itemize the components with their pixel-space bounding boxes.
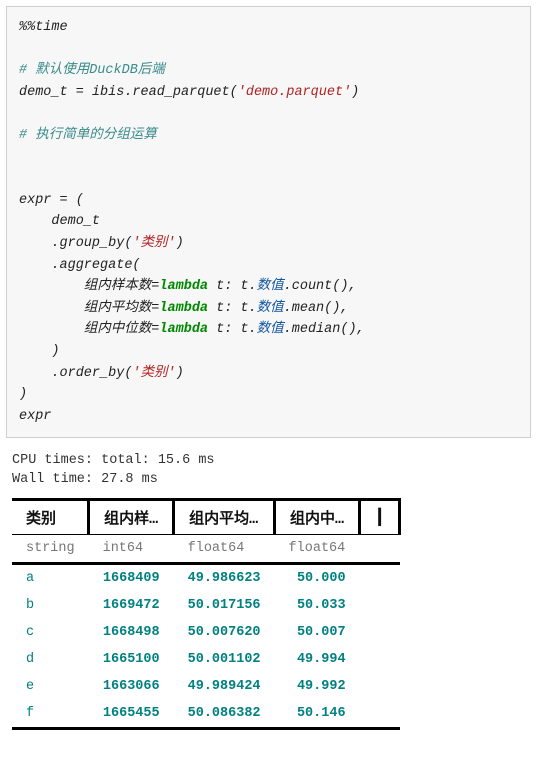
table-row: b166947250.01715650.033 — [12, 592, 400, 619]
attr-3: 数值 — [257, 322, 284, 337]
lambda-1: lambda — [159, 279, 208, 294]
expr-close: ) — [19, 387, 27, 402]
cell-n: 1669472 — [89, 592, 174, 619]
cell-mean: 50.017156 — [174, 592, 275, 619]
attr-2: 数值 — [257, 301, 284, 316]
orderby-line: .order_by( — [19, 366, 132, 381]
col-header-end: ┃ — [360, 500, 400, 535]
str-cat-1: '类别' — [132, 236, 175, 251]
cell-median: 49.994 — [275, 646, 360, 673]
col-header: 组内平均… — [174, 500, 275, 535]
table-row: c166849850.00762050.007 — [12, 619, 400, 646]
lambda-2: lambda — [159, 301, 208, 316]
cell-mean: 50.086382 — [174, 700, 275, 729]
agg2a: 组内平均数= — [19, 301, 159, 316]
cell-n: 1663066 — [89, 673, 174, 700]
table-row: e166306649.98942449.992 — [12, 673, 400, 700]
groupby-line: .group_by( — [19, 236, 132, 251]
agg1c: .count(), — [284, 279, 357, 294]
assign-line: demo_t = ibis.read_parquet( — [19, 85, 238, 100]
cell-median: 50.146 — [275, 700, 360, 729]
agg1a: 组内样本数= — [19, 279, 159, 294]
agg1b: t: t. — [208, 279, 257, 294]
table-row: d166510050.00110249.994 — [12, 646, 400, 673]
table-row: a166840949.98662350.000 — [12, 564, 400, 593]
wall-time: Wall time: 27.8 ms — [12, 472, 158, 487]
cell-cat: d — [12, 646, 89, 673]
attr-1: 数值 — [257, 279, 284, 294]
cell-n: 1668498 — [89, 619, 174, 646]
cell-cat: f — [12, 700, 89, 729]
cell-cat: e — [12, 673, 89, 700]
timing-output: CPU times: total: 15.6 ms Wall time: 27.… — [0, 448, 537, 498]
col-type: float64 — [174, 535, 275, 564]
demo-line: demo_t — [19, 214, 100, 229]
cell-median: 50.007 — [275, 619, 360, 646]
cell-n: 1665455 — [89, 700, 174, 729]
cell-mean: 50.007620 — [174, 619, 275, 646]
agg3a: 组内中位数= — [19, 322, 159, 337]
cell-median: 50.033 — [275, 592, 360, 619]
comment-2: # 执行简单的分组运算 — [19, 128, 157, 143]
col-type: float64 — [275, 535, 360, 564]
col-type: int64 — [89, 535, 174, 564]
col-header: 类别 — [12, 500, 89, 535]
code-cell: %%time # 默认使用DuckDB后端 demo_t = ibis.read… — [6, 6, 531, 438]
lambda-3: lambda — [159, 322, 208, 337]
expr-open: expr = ( — [19, 193, 84, 208]
agg2b: t: t. — [208, 301, 257, 316]
cell-cat: c — [12, 619, 89, 646]
agg3b: t: t. — [208, 322, 257, 337]
agg-close: ) — [19, 344, 60, 359]
comment-1: # 默认使用DuckDB后端 — [19, 63, 165, 78]
agg3c: .median(), — [284, 322, 365, 337]
col-header: 组内样… — [89, 500, 174, 535]
cpu-time: CPU times: total: 15.6 ms — [12, 453, 215, 468]
str-cat-2: '类别' — [132, 366, 175, 381]
cell-cat: b — [12, 592, 89, 619]
magic-line: %%time — [19, 20, 68, 35]
table-row: f166545550.08638250.146 — [12, 700, 400, 729]
result-table-wrap: 类别 组内样… 组内平均… 组内中… ┃ string int64 float6… — [0, 498, 537, 750]
col-header: 组内中… — [275, 500, 360, 535]
result-table: 类别 组内样… 组内平均… 组内中… ┃ string int64 float6… — [12, 498, 401, 730]
assign-end: ) — [351, 85, 359, 100]
close-1: ) — [176, 236, 184, 251]
cell-cat: a — [12, 564, 89, 593]
cell-n: 1668409 — [89, 564, 174, 593]
str-file: 'demo.parquet' — [238, 85, 351, 100]
expr-var: expr — [19, 409, 51, 424]
close-2: ) — [176, 366, 184, 381]
cell-n: 1665100 — [89, 646, 174, 673]
cell-median: 49.992 — [275, 673, 360, 700]
col-type: string — [12, 535, 89, 564]
cell-mean: 50.001102 — [174, 646, 275, 673]
cell-mean: 49.986623 — [174, 564, 275, 593]
cell-mean: 49.989424 — [174, 673, 275, 700]
cell-median: 50.000 — [275, 564, 360, 593]
agg-open: .aggregate( — [19, 258, 141, 273]
agg2c: .mean(), — [284, 301, 349, 316]
